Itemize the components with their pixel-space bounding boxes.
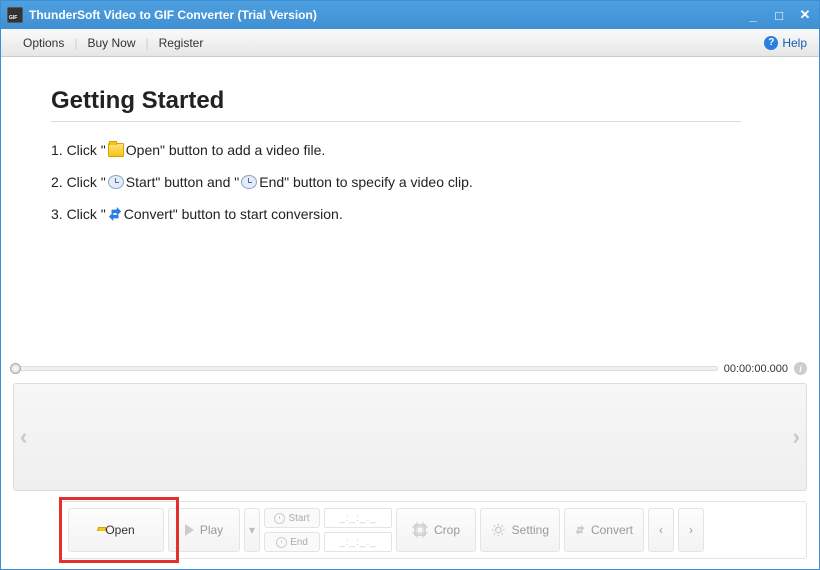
- play-icon: [185, 524, 194, 536]
- menu-buy-now[interactable]: Buy Now: [77, 36, 145, 50]
- toolbar: Open Play ▾ Start End _:_:_._ _:_:_._: [61, 501, 807, 559]
- step-1: 1. Click " Open" button to add a video f…: [51, 142, 769, 158]
- convert-button[interactable]: Convert: [564, 508, 644, 552]
- preview-next[interactable]: ›: [793, 424, 800, 450]
- info-icon[interactable]: i: [794, 362, 807, 375]
- start-button[interactable]: Start: [264, 508, 320, 528]
- prev-button[interactable]: ‹: [648, 508, 674, 552]
- timecode: 00:00:00.000: [724, 363, 788, 375]
- clock-start-icon: [108, 175, 124, 189]
- window-title: ThunderSoft Video to GIF Converter (Tria…: [29, 8, 745, 22]
- minimize-button[interactable]: _: [745, 7, 761, 23]
- titlebar[interactable]: ThunderSoft Video to GIF Converter (Tria…: [1, 1, 819, 29]
- convert-icon: [108, 207, 122, 221]
- help-link[interactable]: ? Help: [764, 36, 807, 50]
- end-button[interactable]: End: [264, 532, 320, 552]
- next-button[interactable]: ›: [678, 508, 704, 552]
- app-window: ThunderSoft Video to GIF Converter (Tria…: [0, 0, 820, 570]
- play-dropdown[interactable]: ▾: [244, 508, 260, 552]
- step-3: 3. Click " Convert" button to start conv…: [51, 206, 769, 222]
- menu-register[interactable]: Register: [149, 36, 214, 50]
- end-time-field[interactable]: _:_:_._: [324, 532, 392, 552]
- setting-button[interactable]: Setting: [480, 508, 560, 552]
- preview-strip: ‹ ›: [13, 383, 807, 491]
- clock-end-icon: [241, 175, 257, 189]
- gear-icon: [491, 522, 506, 538]
- close-button[interactable]: ✕: [797, 7, 813, 23]
- preview-prev[interactable]: ‹: [20, 424, 27, 450]
- maximize-button[interactable]: □: [771, 7, 787, 23]
- slider-thumb[interactable]: [10, 363, 21, 374]
- help-icon: ?: [764, 36, 778, 50]
- crop-icon: [412, 522, 428, 538]
- page-title: Getting Started: [51, 87, 769, 115]
- play-button[interactable]: Play: [168, 508, 240, 552]
- step-2: 2. Click " Start" button and " End" butt…: [51, 174, 769, 190]
- open-button[interactable]: Open: [68, 508, 164, 552]
- crop-button[interactable]: Crop: [396, 508, 476, 552]
- clock-icon: [276, 537, 287, 548]
- clock-icon: [274, 513, 285, 524]
- menubar: Options | Buy Now | Register ? Help: [1, 29, 819, 57]
- timeline: 00:00:00.000 i: [1, 354, 819, 379]
- menu-options[interactable]: Options: [13, 36, 74, 50]
- folder-icon: [97, 529, 99, 531]
- app-icon: [7, 7, 23, 23]
- content-area: Getting Started 1. Click " Open" button …: [1, 57, 819, 354]
- convert-icon: [575, 522, 585, 538]
- start-time-field[interactable]: _:_:_._: [324, 508, 392, 528]
- timeline-slider[interactable]: [13, 366, 718, 371]
- folder-icon: [108, 143, 124, 157]
